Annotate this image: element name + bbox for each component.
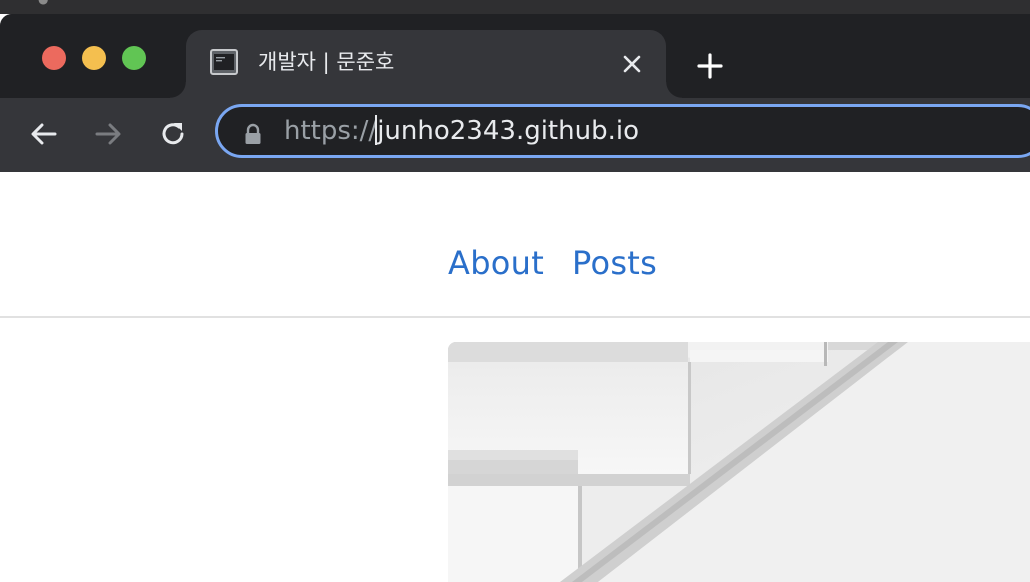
close-icon[interactable]	[618, 50, 646, 78]
desktop-strip: ●	[0, 0, 1030, 14]
lock-icon	[245, 123, 261, 144]
tab-active[interactable]: 개발자 | 문준호	[170, 30, 682, 98]
nav-link-about[interactable]: About	[448, 244, 544, 282]
url-text[interactable]: https://junho2343.github.io	[284, 107, 639, 155]
nav-link-posts[interactable]: Posts	[572, 244, 657, 282]
arrow-left-icon[interactable]	[28, 118, 60, 150]
tab-title: 개발자 | 문준호	[258, 50, 395, 74]
stairs-photo	[448, 342, 1030, 582]
address-bar[interactable]: https://junho2343.github.io	[215, 104, 1030, 158]
url-scheme: https://	[284, 116, 378, 146]
window-minimize-button[interactable]	[82, 46, 106, 70]
url-host: junho2343.github.io	[377, 116, 639, 146]
plus-icon[interactable]	[694, 50, 726, 82]
hero-image	[448, 342, 1030, 582]
nav-divider	[0, 316, 1030, 318]
web-page: About Posts	[0, 172, 1030, 582]
reload-icon[interactable]	[157, 118, 189, 150]
terminal-favicon-icon	[210, 49, 238, 75]
arrow-right-icon[interactable]	[92, 118, 124, 150]
browser-window: 개발자 | 문준호 https://junho2343.github.io	[0, 14, 1030, 172]
apple-menu-icon: ●	[38, 0, 64, 6]
window-close-button[interactable]	[42, 46, 66, 70]
toolbar: https://junho2343.github.io	[0, 98, 1030, 172]
window-maximize-button[interactable]	[122, 46, 146, 70]
tab-strip: 개발자 | 문준호	[0, 14, 1030, 98]
site-nav: About Posts	[0, 244, 1030, 308]
